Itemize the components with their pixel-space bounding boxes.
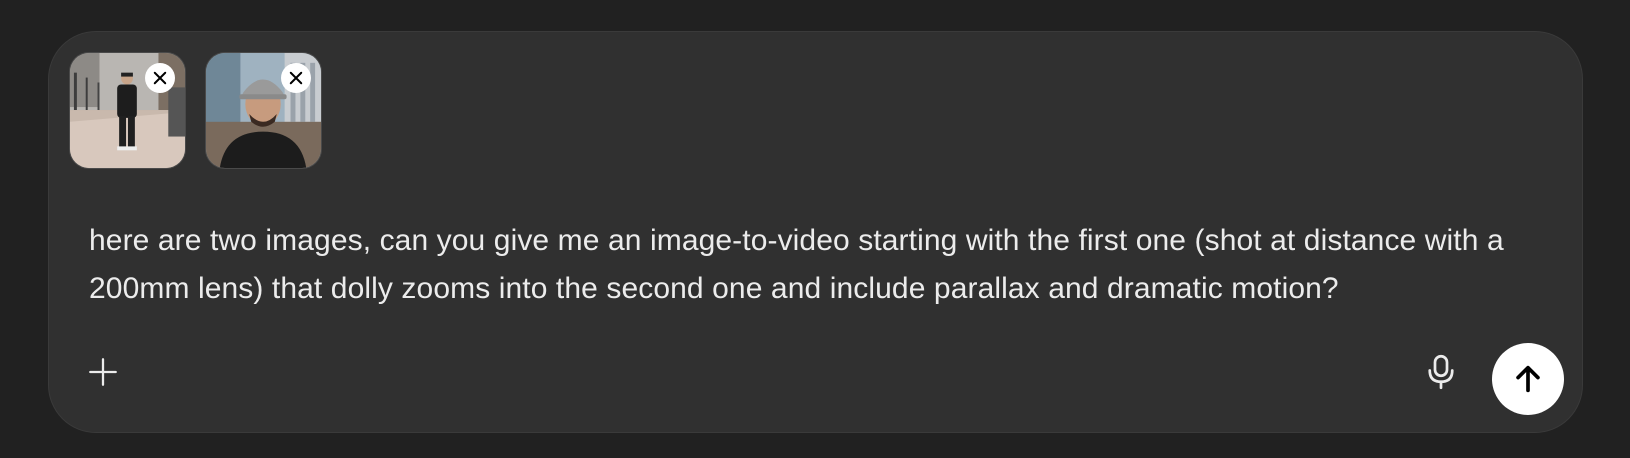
- send-button[interactable]: [1492, 343, 1564, 415]
- remove-attachment-button[interactable]: [145, 63, 175, 93]
- attachment-thumbnail-1[interactable]: [69, 52, 186, 169]
- prompt-text[interactable]: here are two images, can you give me an …: [89, 217, 1559, 313]
- remove-attachment-button[interactable]: [281, 63, 311, 93]
- close-icon: [289, 71, 303, 85]
- close-icon: [153, 71, 167, 85]
- voice-input-button[interactable]: [1421, 350, 1461, 394]
- plus-icon: [89, 358, 117, 386]
- prompt-composer[interactable]: here are two images, can you give me an …: [48, 31, 1583, 433]
- microphone-icon: [1428, 354, 1454, 390]
- footer-hint-cutoff: [0, 446, 1630, 458]
- attachment-thumbnail-2[interactable]: [205, 52, 322, 169]
- arrow-up-icon: [1516, 365, 1540, 393]
- attachment-list: [69, 52, 322, 169]
- add-attachment-button[interactable]: [83, 352, 123, 392]
